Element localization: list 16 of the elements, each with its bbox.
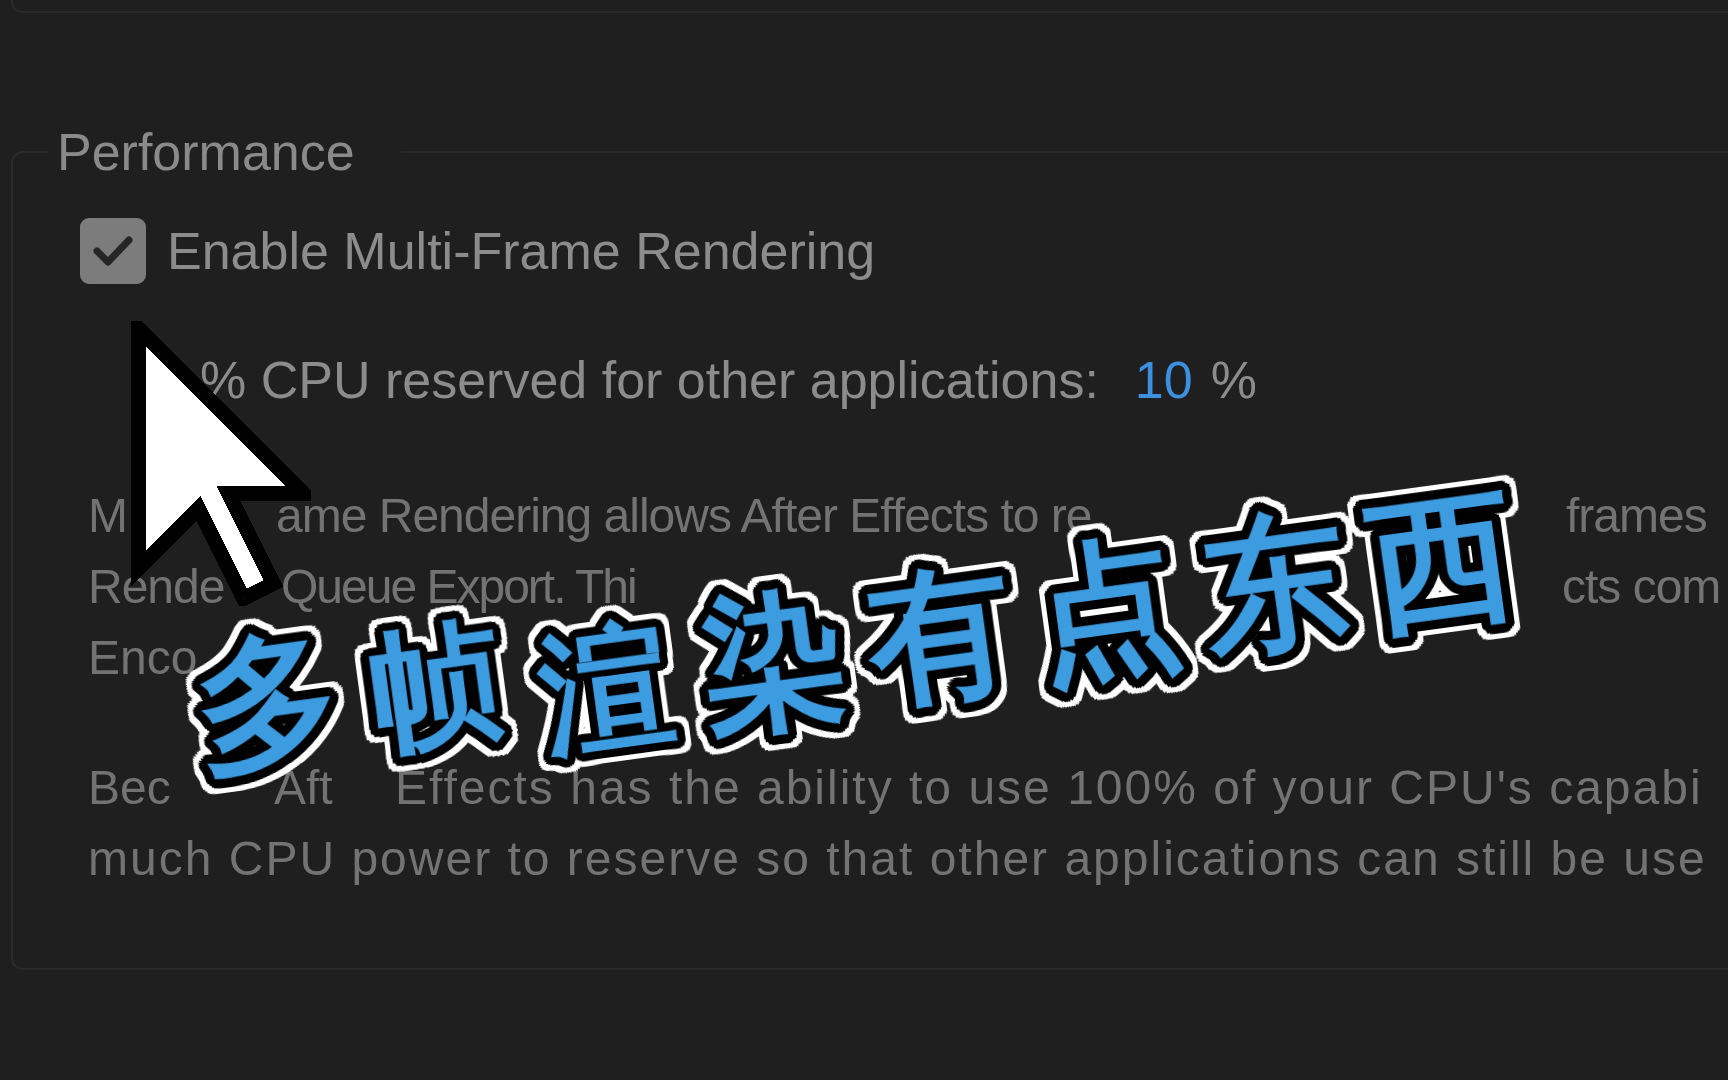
number-value[interactable]: 10: [1134, 347, 1193, 413]
description-text: much CPU power to reserve so that other applications can still be use: [88, 830, 1707, 887]
description-text: Rende: [88, 558, 225, 615]
description-text: M: [88, 487, 128, 544]
description-text: cts com: [1562, 558, 1721, 615]
description-text: Effects has the ability to use 100% of your CPU's capabi: [395, 760, 1703, 816]
unit-label: %: [1210, 350, 1257, 411]
checkmark-icon: [93, 235, 133, 267]
description-text: Enco: [88, 629, 198, 686]
checkbox[interactable]: [80, 218, 146, 284]
checkbox-label: Enable Multi-Frame Rendering: [167, 221, 876, 282]
description-text: Queue Export. Thi: [281, 558, 636, 615]
field-label: % CPU reserved for other applications:: [200, 350, 1099, 411]
section-title: Performance: [56, 122, 356, 182]
description-text: frames: [1566, 487, 1707, 544]
description-text: Bec: [88, 759, 171, 816]
